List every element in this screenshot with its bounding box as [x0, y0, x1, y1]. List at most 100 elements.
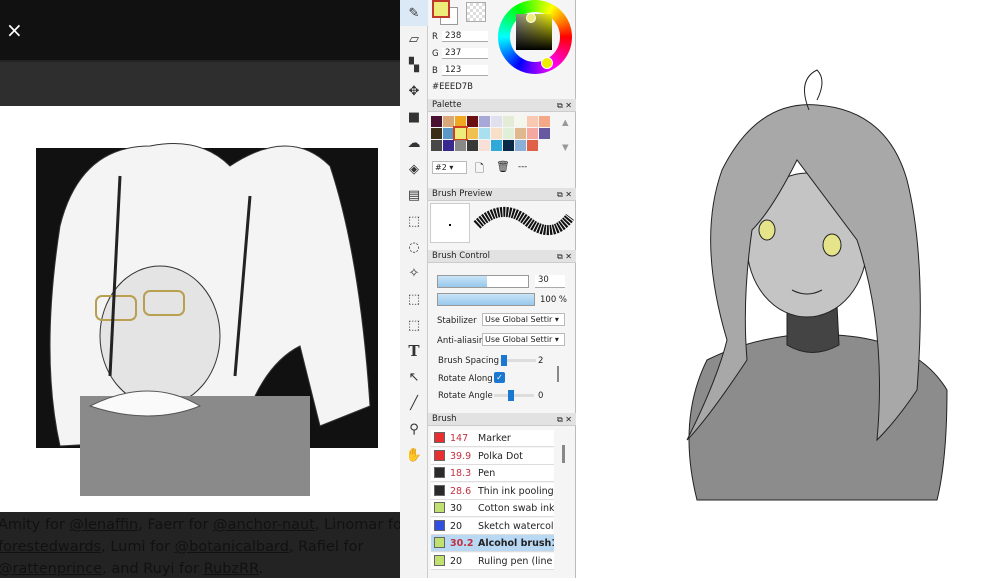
artwork-image [0, 106, 400, 512]
magic-wand-tool-icon[interactable]: ✧ [400, 260, 428, 286]
brush-list-item[interactable]: 28.6 Thin ink pooling p [431, 482, 554, 500]
brush-spacing-slider[interactable] [500, 355, 536, 366]
float-close-icon[interactable]: ⧉ ✕ [557, 250, 572, 263]
select-eraser-tool-icon[interactable]: ⬚ [400, 312, 428, 338]
dot-pen-tool-icon[interactable]: ▚ [400, 52, 428, 78]
brush-name: Thin ink pooling p [478, 485, 554, 497]
palette-swatch[interactable] [527, 116, 538, 127]
palette-swatch[interactable] [503, 116, 514, 127]
brush-size-input[interactable]: 30 [535, 275, 565, 288]
brush-list-item[interactable]: 20 Ruling pen (line d [431, 552, 554, 570]
new-file-icon[interactable]: 🗋 [475, 160, 484, 179]
palette-swatch[interactable] [431, 128, 442, 139]
palette-swatch[interactable] [539, 116, 550, 127]
opacity-slider[interactable] [437, 293, 535, 306]
palette-swatch[interactable] [527, 128, 538, 139]
brush-spacing-value: 2 [538, 356, 544, 366]
divide-tool-icon[interactable]: ╱ [400, 390, 428, 416]
caption-text: , and Ruyi for [102, 561, 204, 577]
drawing-canvas[interactable] [577, 0, 1000, 578]
user-link[interactable]: @rattenprince [0, 561, 102, 577]
bucket-tool-icon[interactable]: ◈ [400, 156, 428, 182]
palette-swatch[interactable] [431, 116, 442, 127]
blur-tool-icon[interactable]: ☁ [400, 130, 428, 156]
user-link[interactable]: forestedwards [0, 539, 101, 555]
palette-swatch[interactable] [515, 140, 526, 151]
float-close-icon[interactable]: ⧉ ✕ [557, 99, 572, 112]
palette-swatch[interactable] [479, 128, 490, 139]
stabilizer-dropdown[interactable]: Use Global Settir ▾ [482, 313, 565, 326]
palette-swatch[interactable] [515, 116, 526, 127]
brush-list-scrollbar[interactable] [562, 445, 565, 463]
text-tool-icon[interactable]: T [400, 338, 428, 364]
float-close-icon[interactable]: ⧉ ✕ [557, 188, 572, 201]
palette-swatch[interactable] [443, 140, 454, 151]
gradient-tool-icon[interactable]: ▤ [400, 182, 428, 208]
brush-list-item[interactable]: 39.9 Polka Dot [431, 447, 554, 465]
palette-swatch[interactable] [467, 116, 478, 127]
lasso-tool-icon[interactable]: ◌ [400, 234, 428, 260]
brush-size-slider[interactable] [437, 275, 529, 288]
palette-swatch[interactable] [539, 128, 550, 139]
brush-tool-icon[interactable]: ✎ [400, 0, 428, 26]
palette-swatch[interactable] [491, 128, 502, 139]
brush-list-item[interactable]: 30.2 Alcohol brush1 [431, 535, 554, 552]
brush-header: Brush ⧉ ✕ [428, 413, 576, 426]
palette-swatch[interactable] [467, 128, 478, 139]
brush-list-item[interactable]: 20 Sketch watercol [431, 517, 554, 535]
palette-swatch[interactable] [527, 140, 538, 151]
palette-swatch[interactable] [455, 140, 466, 151]
red-input[interactable]: 238 [442, 31, 488, 42]
palette-set-dropdown[interactable]: #2 ▾ [432, 161, 467, 174]
palette-swatch[interactable] [455, 116, 466, 127]
transparent-color-swatch[interactable] [466, 2, 486, 22]
rotate-angle-slider[interactable] [494, 390, 534, 401]
primary-color-swatch[interactable] [432, 0, 450, 18]
color-wheel[interactable] [498, 0, 572, 74]
move-tool-icon[interactable]: ✥ [400, 78, 428, 104]
palette-swatch[interactable] [431, 140, 442, 151]
background-thumbnails [0, 62, 400, 106]
brush-control-scrollbar[interactable] [557, 366, 559, 382]
scroll-up-icon[interactable]: ▲ [562, 118, 569, 128]
brush-size: 30 [450, 503, 463, 514]
rect-select-tool-icon[interactable]: ⬚ [400, 208, 428, 234]
brush-size: 30.2 [450, 538, 474, 549]
palette-swatch[interactable] [503, 128, 514, 139]
palette-swatch[interactable] [443, 116, 454, 127]
blue-input[interactable]: 123 [442, 65, 488, 76]
more-button[interactable]: --- [518, 162, 527, 172]
brush-list-item[interactable]: 30 Cotton swab ink [431, 500, 554, 517]
palette-swatch[interactable] [491, 116, 502, 127]
antialias-dropdown[interactable]: Use Global Settir ▾ [482, 333, 565, 346]
scroll-down-icon[interactable]: ▼ [562, 143, 569, 153]
palette-swatch[interactable] [503, 140, 514, 151]
antialias-value: Use Global Settir [485, 335, 553, 344]
palette-swatch[interactable] [443, 128, 454, 139]
eyedropper-tool-icon[interactable]: ⚲ [400, 416, 428, 442]
palette-swatch[interactable] [491, 140, 502, 151]
user-link[interactable]: @anchor-naut [213, 517, 315, 533]
brush-size: 28.6 [450, 485, 472, 497]
palette-swatch[interactable] [479, 116, 490, 127]
palette-swatch[interactable] [467, 140, 478, 151]
brush-list-item[interactable]: 147 Marker [431, 430, 554, 447]
operation-tool-icon[interactable]: ↖ [400, 364, 428, 390]
brush-name: Ruling pen (line d [478, 555, 554, 567]
palette-swatch[interactable] [479, 140, 490, 151]
palette-swatch[interactable] [515, 128, 526, 139]
trash-icon[interactable]: 🗑 [496, 160, 510, 173]
rotate-along-checkbox[interactable]: ✓ [494, 372, 505, 383]
green-input[interactable]: 237 [442, 48, 488, 59]
fill-rect-tool-icon[interactable]: ■ [400, 104, 428, 130]
hand-tool-icon[interactable]: ✋ [400, 442, 428, 468]
select-pen-tool-icon[interactable]: ⬚ [400, 286, 428, 312]
user-link[interactable]: RubzRR [204, 561, 259, 577]
close-icon[interactable]: × [6, 20, 23, 40]
user-link[interactable]: @lenaffin [70, 517, 139, 533]
float-close-icon[interactable]: ⧉ ✕ [557, 413, 572, 426]
palette-swatch[interactable] [453, 126, 468, 141]
user-link[interactable]: @botanicalbard [175, 539, 289, 555]
brush-list-item[interactable]: 18.3 Pen [431, 465, 554, 482]
eraser-tool-icon[interactable]: ▱ [400, 26, 428, 52]
